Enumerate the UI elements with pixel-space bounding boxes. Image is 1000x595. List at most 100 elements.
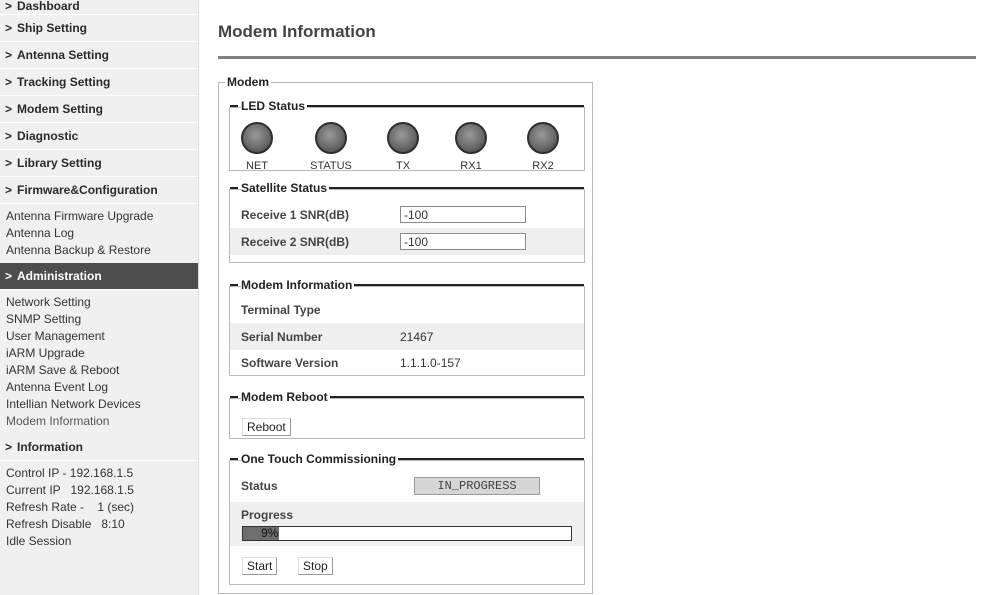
stop-button[interactable]: Stop [298, 557, 333, 575]
sidebar-item-antenna-firmware-upgrade[interactable]: Antenna Firmware Upgrade [6, 208, 198, 225]
commissioning-status-row: Status IN_PROGRESS [230, 472, 584, 499]
serial-number-row: Serial Number 21467 [230, 323, 584, 350]
modem-information-section: Modem Information Terminal Type Serial N… [229, 278, 585, 376]
header-line [329, 187, 584, 189]
start-button[interactable]: Start [242, 557, 278, 575]
page-title: Modem Information [218, 22, 376, 41]
sidebar-item-iarm-upgrade[interactable]: iARM Upgrade [6, 345, 198, 362]
led-status-title: LED Status [241, 99, 308, 113]
nav-label: Antenna Setting [17, 48, 109, 62]
progress-label: Progress [241, 508, 294, 522]
net-led-icon [241, 122, 273, 154]
status-badge: IN_PROGRESS [414, 476, 540, 495]
info-current-ip: Current IP 192.168.1.5 [6, 483, 134, 497]
nav-label: Diagnostic [17, 129, 79, 143]
header-line [354, 284, 584, 286]
modem-reboot-header: Modem Reboot [230, 390, 584, 404]
chevron-right-icon: > [5, 0, 13, 13]
firmware-submenu: Antenna Firmware Upgrade Antenna Log Ant… [0, 204, 198, 263]
chevron-right-icon: > [5, 102, 13, 116]
chevron-right-icon: > [5, 156, 13, 170]
modem-reboot-section: Modem Reboot Reboot [229, 390, 585, 439]
sidebar-item-modem-information[interactable]: Modem Information [6, 413, 198, 430]
nav-label: Library Setting [17, 156, 102, 170]
modem-reboot-title: Modem Reboot [241, 390, 330, 404]
reboot-button[interactable]: Reboot [242, 418, 291, 436]
header-line [329, 396, 584, 398]
nav-label: Ship Setting [17, 21, 87, 35]
satellite-status-section: Satellite Status Receive 1 SNR(dB) Recei… [229, 181, 585, 263]
sidebar-item-intellian-network-devices[interactable]: Intellian Network Devices [6, 396, 198, 413]
sidebar-item-antenna-backup-restore[interactable]: Antenna Backup & Restore [6, 242, 198, 259]
nav-modem-setting[interactable]: > Modem Setting [0, 96, 198, 123]
header-dash [230, 458, 238, 460]
nav-antenna-setting[interactable]: > Antenna Setting [0, 42, 198, 69]
nav-administration[interactable]: > Administration [0, 263, 198, 290]
sidebar-item-snmp-setting[interactable]: SNMP Setting [6, 311, 198, 328]
nav-label: Firmware&Configuration [17, 183, 158, 197]
progress-bar: 9% [242, 526, 572, 541]
nav-firmware-configuration[interactable]: > Firmware&Configuration [0, 177, 198, 204]
progress-percent: 9% [261, 526, 279, 540]
modem-information-header: Modem Information [230, 278, 584, 292]
led-label-rx1: RX1 [460, 160, 482, 172]
one-touch-commissioning-section: One Touch Commissioning Status IN_PROGRE… [229, 452, 585, 585]
led-label-tx: TX [395, 160, 411, 172]
info-idle-session: Idle Session [6, 534, 72, 548]
nav-label: Dashboard [17, 0, 80, 13]
header-dash [230, 187, 238, 189]
satellite-status-header: Satellite Status [230, 181, 584, 195]
administration-submenu: Network Setting SNMP Setting User Manage… [0, 290, 198, 434]
rx1-led-icon [455, 122, 487, 154]
nav-label: Information [17, 440, 83, 454]
nav-diagnostic[interactable]: > Diagnostic [0, 123, 198, 150]
terminal-type-row: Terminal Type [230, 296, 584, 323]
led-status-section: LED Status NET STATUS TX RX1 RX2 [229, 99, 585, 172]
nav-label: Modem Setting [17, 102, 103, 116]
sidebar-item-user-management[interactable]: User Management [6, 328, 198, 345]
chevron-right-icon: > [5, 75, 13, 89]
nav-library-setting[interactable]: > Library Setting [0, 150, 198, 177]
led-row: NET STATUS TX RX1 RX2 [230, 122, 584, 172]
one-touch-header: One Touch Commissioning [230, 452, 584, 466]
chevron-right-icon: > [5, 269, 13, 283]
sidebar: > Dashboard > Ship Setting > Antenna Settin… [0, 0, 199, 595]
nav-label: Tracking Setting [17, 75, 111, 89]
nav-tracking-setting[interactable]: > Tracking Setting [0, 69, 198, 96]
led-label-net: NET [246, 160, 268, 172]
snr-2-label: Receive 2 SNR(dB) [241, 234, 350, 249]
header-dash [230, 105, 238, 107]
sidebar-item-antenna-log[interactable]: Antenna Log [6, 225, 198, 242]
rx2-led-icon [527, 122, 559, 154]
info-control-ip: Control IP - 192.168.1.5 [6, 466, 134, 480]
sidebar-item-iarm-save-reboot[interactable]: iARM Save & Reboot [6, 362, 198, 379]
nav-label: Administration [17, 269, 102, 283]
sidebar-item-antenna-event-log[interactable]: Antenna Event Log [6, 379, 198, 396]
info-refresh-disable: Refresh Disable 8:10 [6, 517, 125, 531]
sidebar-item-network-setting[interactable]: Network Setting [6, 294, 198, 311]
information-panel: Control IP - 192.168.1.5 Current IP 192.… [0, 461, 198, 554]
nav-dashboard[interactable]: > Dashboard [0, 0, 198, 15]
chevron-right-icon: > [5, 21, 13, 35]
title-divider [218, 56, 976, 59]
snr-row-2: Receive 2 SNR(dB) [230, 228, 584, 255]
led-status-header: LED Status [230, 99, 584, 113]
snr-1-label: Receive 1 SNR(dB) [241, 207, 350, 222]
snr-1-field[interactable] [400, 206, 526, 223]
info-refresh-rate: Refresh Rate - 1 (sec) [6, 500, 135, 514]
software-version-label: Software Version [241, 355, 339, 370]
serial-number-value: 21467 [400, 329, 434, 344]
chevron-right-icon: > [5, 129, 13, 143]
satellite-status-title: Satellite Status [241, 181, 330, 195]
led-label-rx2: RX2 [532, 160, 554, 172]
snr-row-1: Receive 1 SNR(dB) [230, 201, 584, 228]
nav-ship-setting[interactable]: > Ship Setting [0, 15, 198, 42]
led-label-status: STATUS [310, 160, 352, 172]
snr-2-field[interactable] [400, 233, 526, 250]
software-version-value: 1.1.1.0-157 [400, 355, 461, 370]
status-led-icon [315, 122, 347, 154]
serial-number-label: Serial Number [241, 329, 323, 344]
modem-information-title: Modem Information [241, 278, 355, 292]
nav-information[interactable]: > Information [0, 434, 198, 461]
chevron-right-icon: > [5, 183, 13, 197]
